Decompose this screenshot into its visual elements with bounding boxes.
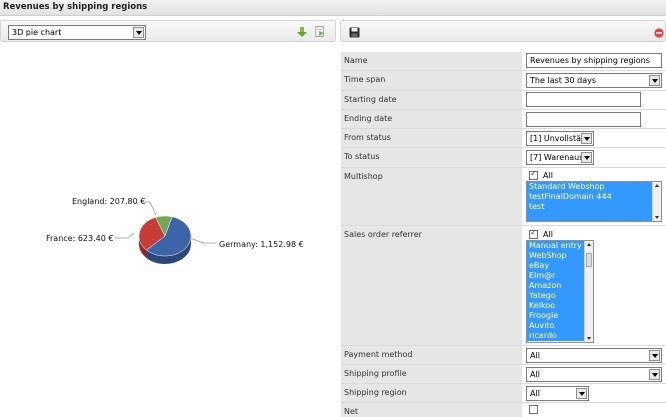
time-span-select[interactable]: The last 30 days: [526, 73, 662, 88]
shipping-region-select[interactable]: All: [526, 386, 589, 401]
title-bar: Revenues by shipping regions: [0, 0, 666, 16]
net-label: Net: [341, 403, 522, 417]
starting-date-label: Starting date: [341, 91, 522, 109]
save-icon[interactable]: [349, 27, 360, 38]
list-item[interactable]: Standard Webshop: [527, 182, 661, 192]
close-icon[interactable]: [654, 28, 664, 38]
chevron-down-icon[interactable]: [649, 350, 660, 361]
scroll-down-icon[interactable]: [587, 337, 591, 340]
export-icon[interactable]: [315, 26, 325, 37]
multishop-all-checkbox[interactable]: [529, 169, 538, 180]
row-net: Net: [341, 403, 666, 417]
row-from-status: From status: [341, 129, 666, 148]
scroll-down-icon[interactable]: [655, 216, 659, 219]
chevron-down-icon[interactable]: [576, 388, 587, 399]
row-to-status: To status: [341, 148, 666, 168]
multishop-all-label: All: [543, 171, 553, 180]
scrollbar-thumb[interactable]: [586, 253, 592, 267]
chevron-down-icon[interactable]: [133, 27, 144, 38]
pie-label-france: France: 623.40 €: [46, 234, 114, 243]
shipping-profile-label: Shipping profile: [341, 365, 522, 383]
pie-label-england: England: 207.80 €: [72, 197, 146, 206]
referrer-all-checkbox[interactable]: [529, 228, 538, 239]
referrer-listbox[interactable]: Manual entry WebShop eBay Elm@r Amazon Y…: [526, 240, 594, 343]
scrollbar[interactable]: [584, 241, 593, 342]
chevron-down-icon[interactable]: [649, 75, 660, 86]
from-status-label: From status: [341, 129, 522, 147]
ending-date-label: Ending date: [341, 110, 522, 128]
time-span-label: Time span: [341, 71, 522, 90]
page-title: Revenues by shipping regions: [3, 2, 148, 12]
scroll-up-icon[interactable]: [655, 184, 659, 187]
scroll-up-icon[interactable]: [587, 243, 591, 246]
referrer-all-label: All: [543, 230, 553, 239]
chevron-down-icon[interactable]: [581, 133, 592, 144]
list-item[interactable]: testFinalDomain 444: [527, 192, 661, 202]
list-item-blank: [527, 212, 661, 221]
chevron-down-icon[interactable]: [581, 152, 592, 163]
ending-date-field[interactable]: [526, 112, 641, 127]
shipping-region-label: Shipping region: [341, 384, 522, 402]
net-checkbox[interactable]: [529, 405, 538, 414]
chevron-down-icon[interactable]: [649, 369, 660, 380]
name-label: Name: [341, 52, 522, 70]
scrollbar[interactable]: [652, 182, 661, 221]
payment-method-select[interactable]: All: [526, 348, 662, 363]
from-status-select[interactable]: [1] Unvollständ: [526, 131, 594, 146]
list-item[interactable]: test: [527, 202, 661, 212]
sales-order-referrer-label: Sales order referrer: [341, 226, 522, 345]
to-status-select[interactable]: [7] Warenausg: [526, 150, 594, 165]
pie-label-germany: Germany: 1,152.98 €: [219, 240, 304, 249]
shipping-profile-select[interactable]: All: [526, 367, 662, 382]
chart-type-select[interactable]: 3D pie chart: [8, 25, 146, 40]
row-sales-order-referrer: Sales order referrer: [341, 226, 666, 346]
settings-toolbar: [340, 20, 666, 42]
to-status-label: To status: [341, 148, 522, 167]
multishop-label: Multishop: [341, 168, 522, 225]
row-shipping-region: Shipping region: [341, 384, 666, 403]
starting-date-field[interactable]: [526, 92, 641, 107]
payment-method-label: Payment method: [341, 346, 522, 364]
multishop-listbox[interactable]: Standard Webshop testFinalDomain 444 tes…: [526, 181, 662, 222]
name-field[interactable]: Revenues by shipping regions: [526, 53, 662, 68]
download-icon[interactable]: [297, 27, 307, 38]
